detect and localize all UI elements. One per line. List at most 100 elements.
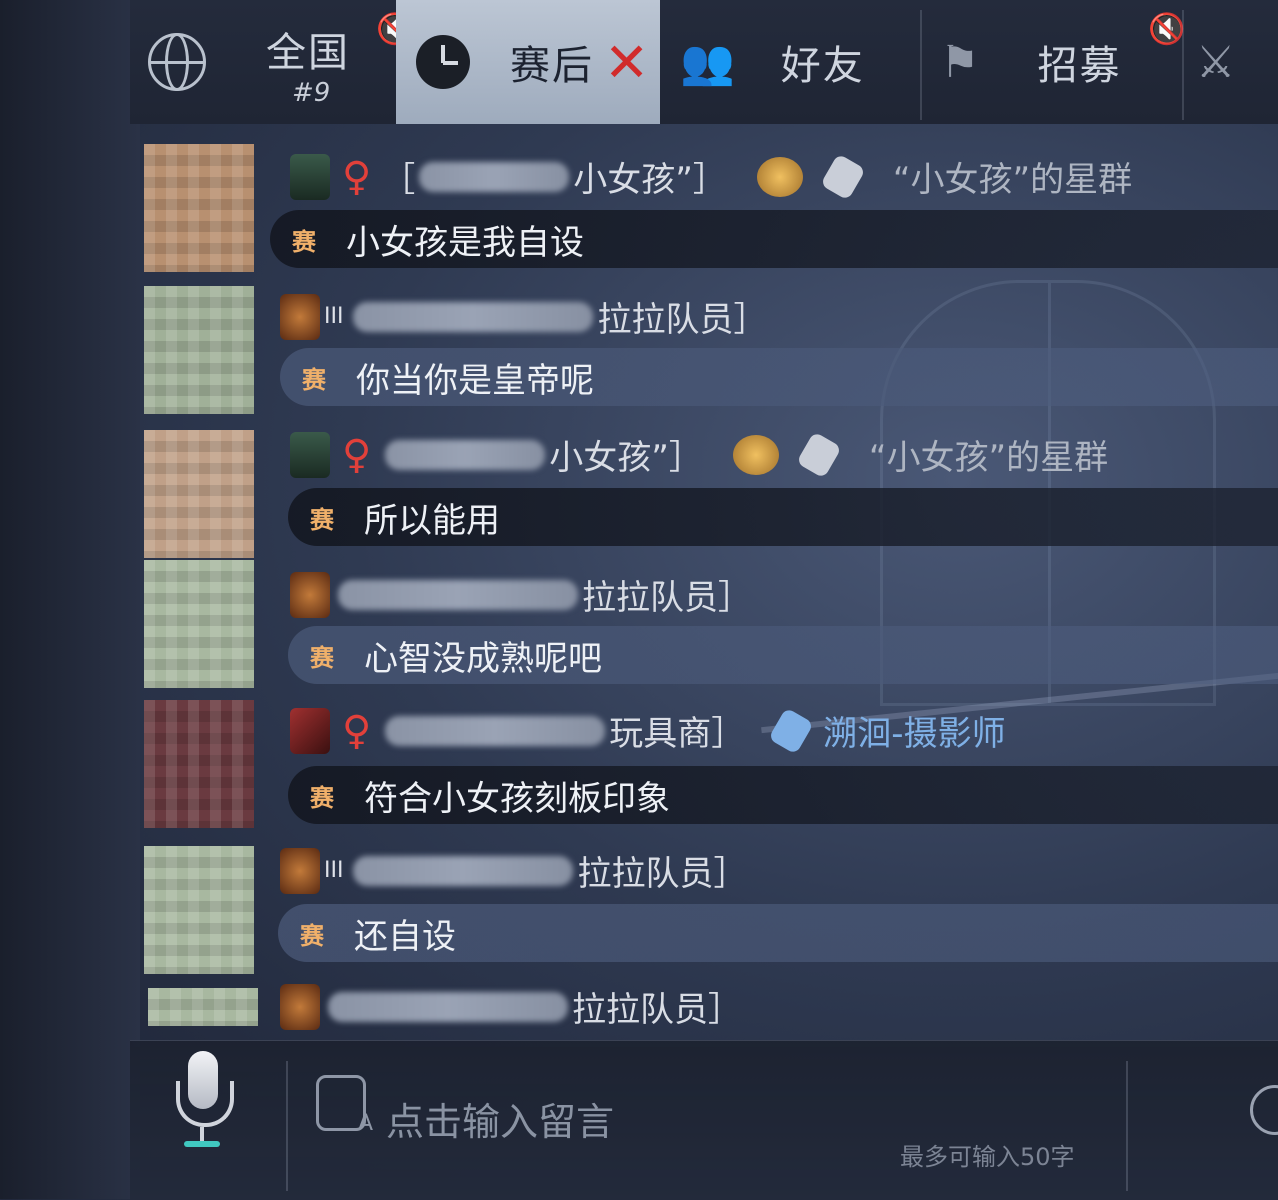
message-header: III 拉拉队员］	[280, 292, 767, 341]
redacted-name	[419, 161, 570, 192]
message-text: 你当你是皇帝呢	[356, 360, 594, 401]
tab-bar: 全国 #9 🔇 赛后 ✕ 👥 好友 ⚑ 招募 🔇 ⚔	[130, 0, 1278, 124]
message-bubble: 赛 符合小女孩刻板印象	[288, 766, 1278, 824]
star-group-name[interactable]: 溯洄-摄影师	[823, 706, 1005, 755]
message-header: ♀ 玩具商］ 溯洄-摄影师	[290, 706, 1006, 755]
player-name: 玩具商］	[609, 714, 746, 754]
message-text: 小女孩是我自设	[346, 222, 584, 263]
level-icon: III	[324, 858, 344, 883]
message-text: 心智没成熟呢吧	[364, 638, 602, 679]
player-name: 拉拉队员］	[572, 990, 742, 1030]
star-group-icon	[756, 156, 803, 197]
tab-divider	[920, 10, 922, 120]
character-icon	[290, 571, 330, 618]
message-bubble: 赛 还自设	[278, 904, 1278, 962]
message-header: ♀ ［ 小女孩”］ “小女孩”的星群	[290, 152, 1132, 201]
postgame-badge: 赛	[310, 643, 334, 672]
microphone-stand-icon	[176, 1081, 234, 1127]
player-name: 小女孩”］	[549, 438, 703, 478]
message-text: 还自设	[354, 916, 456, 957]
tab-national-label: 全国	[266, 30, 350, 76]
message-text: 符合小女孩刻板印象	[364, 778, 670, 819]
tab-national[interactable]: 全国 #9 🔇	[148, 0, 413, 124]
avatar[interactable]	[144, 560, 254, 688]
tag-icon	[796, 430, 842, 479]
player-name: 小女孩”］	[573, 160, 727, 200]
message-input-bar: A 点击输入留言 最多可输入50字	[130, 1040, 1278, 1200]
female-icon: ♀	[342, 707, 372, 754]
level-icon: III	[324, 304, 344, 329]
tag-icon	[820, 152, 866, 201]
tab-national-rank: #9	[292, 78, 331, 108]
postgame-badge: 赛	[310, 783, 334, 812]
message-header: 拉拉队员］	[280, 982, 742, 1031]
avatar[interactable]	[148, 988, 258, 1026]
redacted-name	[353, 855, 574, 886]
tag-icon	[768, 706, 815, 755]
female-icon: ♀	[342, 153, 372, 200]
message-bubble: 赛 你当你是皇帝呢	[280, 348, 1278, 406]
redacted-name	[338, 579, 578, 610]
character-icon	[280, 847, 320, 894]
globe-icon	[148, 33, 206, 91]
tab-divider	[1182, 10, 1184, 120]
message-bubble: 赛 所以能用	[288, 488, 1278, 546]
microphone-stem	[200, 1127, 204, 1141]
avatar[interactable]	[144, 700, 254, 828]
message-input[interactable]: 点击输入留言	[386, 1091, 614, 1146]
friends-icon: 👥	[680, 37, 735, 88]
microphone-base	[184, 1141, 220, 1147]
tab-more[interactable]: ⚔	[1196, 0, 1276, 124]
tab-friends[interactable]: 👥 好友	[670, 0, 920, 124]
avatar[interactable]	[144, 286, 254, 414]
tab-recruit[interactable]: ⚑ 招募 🔇	[930, 0, 1185, 124]
postgame-badge: 赛	[300, 921, 324, 950]
char-limit-hint: 最多可输入50字	[900, 1143, 1075, 1171]
background-left	[0, 0, 140, 1199]
character-icon	[290, 431, 330, 478]
message-text: 所以能用	[364, 500, 500, 541]
star-group-icon	[732, 434, 779, 475]
crossed-swords-icon: ⚔	[1196, 36, 1236, 88]
player-name: 拉拉队员］	[582, 578, 752, 618]
star-group-name[interactable]: “小女孩”的星群	[869, 430, 1108, 479]
avatar[interactable]	[144, 430, 254, 558]
mute-icon: 🔇	[1148, 12, 1186, 47]
star-group-name[interactable]: “小女孩”的星群	[893, 152, 1132, 201]
microphone-button[interactable]	[174, 1051, 234, 1151]
redacted-name	[385, 715, 606, 746]
tab-recruit-label: 招募	[1037, 43, 1122, 89]
redacted-name	[328, 991, 568, 1022]
message-bubble: 赛 小女孩是我自设	[270, 210, 1278, 268]
redacted-name	[385, 439, 546, 470]
redacted-name	[353, 301, 594, 332]
postgame-badge: 赛	[302, 365, 326, 394]
character-icon	[290, 153, 330, 200]
translate-icon[interactable]: A	[316, 1075, 373, 1136]
character-icon	[280, 293, 320, 340]
character-icon	[290, 707, 330, 754]
tab-friends-label: 好友	[780, 43, 865, 89]
input-divider	[1126, 1061, 1128, 1191]
avatar[interactable]	[144, 144, 254, 272]
message-header: III 拉拉队员］	[280, 846, 747, 895]
tab-postgame[interactable]: 赛后 ✕	[396, 0, 660, 124]
female-icon: ♀	[342, 431, 372, 478]
bracket: ［	[381, 160, 416, 200]
avatar[interactable]	[144, 846, 254, 974]
emoji-button[interactable]	[1250, 1085, 1278, 1135]
message-header: 拉拉队员］	[290, 570, 752, 619]
clock-icon	[416, 35, 470, 89]
message-bubble: 赛 心智没成熟呢吧	[288, 626, 1278, 684]
message-header: ♀ 小女孩”］ “小女孩”的星群	[290, 430, 1108, 479]
character-icon	[280, 983, 320, 1030]
close-icon[interactable]: ✕	[604, 31, 649, 94]
player-name: 拉拉队员］	[597, 300, 768, 340]
input-divider	[286, 1061, 288, 1191]
postgame-badge: 赛	[310, 505, 334, 534]
flags-icon: ⚑	[940, 36, 980, 88]
player-name: 拉拉队员］	[577, 854, 748, 894]
chat-list[interactable]: ♀ ［ 小女孩”］ “小女孩”的星群 赛 小女孩是我自设 III 拉拉队员］ 赛…	[140, 130, 1278, 1030]
postgame-badge: 赛	[292, 227, 316, 256]
tab-postgame-label: 赛后	[510, 43, 594, 89]
